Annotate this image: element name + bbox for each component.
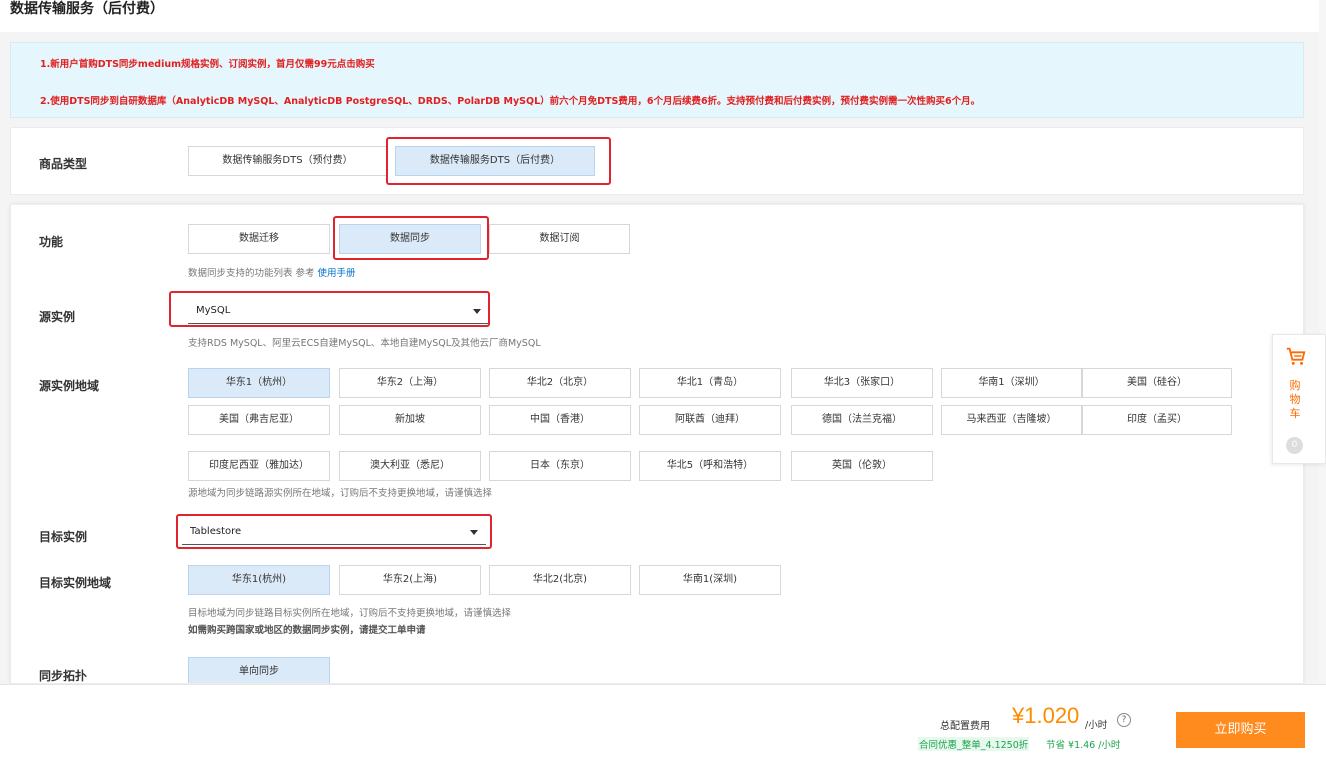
contract-discount: 合同优惠_整单_4.1250折 [918,737,1030,751]
source-region-option[interactable]: 华东2（上海） [339,368,481,398]
sync-topology-label: 同步拓扑 [39,669,88,683]
source-region-label: 源实例地域 [39,379,100,393]
source-region-option[interactable]: 华北3（张家口） [791,368,933,398]
product-type-label: 商品类型 [39,157,88,171]
source-region-option[interactable]: 中国（香港） [489,405,631,435]
source-region-option[interactable]: 美国（弗吉尼亚） [188,405,330,435]
total-cost-label: 总配置费用 [940,721,990,732]
source-region-option[interactable]: 日本（东京） [489,451,631,481]
help-icon[interactable]: ? [1117,713,1131,727]
buy-now-link[interactable]: 点击购买 [337,59,375,70]
source-instance-select[interactable]: MySQL [188,300,489,324]
source-region-option[interactable]: 德国（法兰克福） [791,405,933,435]
user-manual-link[interactable]: 使用手册 [318,268,356,279]
function-migration[interactable]: 数据迁移 [188,224,330,254]
chevron-down-icon [473,309,481,314]
target-region-shanghai[interactable]: 华东2(上海) [339,565,481,595]
function-label: 功能 [39,235,64,249]
promo-notice: 1.新用户首购DTS同步medium规格实例、订阅实例，首月仅需99元点击购买 … [10,42,1304,118]
total-price: ¥1.020 [1012,703,1080,728]
target-region-hangzhou[interactable]: 华东1(杭州) [188,565,330,595]
source-region-option[interactable]: 华北1（青岛） [639,368,781,398]
target-region-label: 目标实例地域 [39,576,112,590]
product-type-postpaid[interactable]: 数据传输服务DTS（后付费） [395,146,595,176]
source-region-option[interactable]: 英国（伦敦） [791,451,933,481]
cart-label: 购物车 [1289,379,1301,420]
target-instance-value: Tablestore [190,526,242,537]
source-region-option[interactable]: 澳大利亚（悉尼） [339,451,481,481]
shopping-cart-widget[interactable]: 购物车 0 [1272,334,1326,464]
price-unit: /小时 [1085,720,1108,731]
source-region-option[interactable]: 华东1（杭州） [188,368,330,398]
source-instance-value: MySQL [196,305,231,316]
target-region-hint: 目标地域为同步链路目标实例所在地域，订购后不支持更换地域，请谨慎选择 [188,608,512,619]
notice-line-1-text: 1.新用户首购DTS同步medium规格实例、订阅实例，首月仅需99元 [40,59,337,70]
product-type-card: 商品类型 数据传输服务DTS（预付费） 数据传输服务DTS（后付费） [10,127,1304,195]
source-instance-hint: 支持RDS MySQL、阿里云ECS自建MySQL、本地自建MySQL及其他云厂… [188,338,541,349]
cross-border-hint: 如需购买跨国家或地区的数据同步实例，请提交工单申请 [188,625,426,636]
source-region-option[interactable]: 美国（硅谷） [1082,368,1232,398]
target-instance-select[interactable]: Tablestore [182,521,486,545]
cart-count-badge: 0 [1286,437,1303,454]
function-subscribe[interactable]: 数据订阅 [489,224,630,254]
target-region-beijing[interactable]: 华北2(北京) [489,565,631,595]
source-region-option[interactable]: 印度尼西亚（雅加达） [188,451,330,481]
function-hint: 数据同步支持的功能列表 参考 使用手册 [188,265,356,279]
source-instance-label: 源实例 [39,310,76,324]
savings-text: 节省 ¥1.46 /小时 [1046,740,1121,751]
function-hint-text: 数据同步支持的功能列表 参考 [188,268,318,279]
buy-now-button[interactable]: 立即购买 [1176,712,1305,748]
source-region-option[interactable]: 新加坡 [339,405,481,435]
notice-line-2: 2.使用DTS同步到自研数据库（AnalyticDB MySQL、Analyti… [40,96,981,107]
source-region-option[interactable]: 华北5（呼和浩特） [639,451,781,481]
shopping-cart-icon [1286,347,1306,365]
source-region-option[interactable]: 阿联酋（迪拜） [639,405,781,435]
product-type-prepaid[interactable]: 数据传输服务DTS（预付费） [188,146,387,176]
page-header: 数据传输服务（后付费） [0,0,1326,32]
config-card: 功能 数据迁移 数据同步 数据订阅 数据同步支持的功能列表 参考 使用手册 源实… [10,204,1304,684]
order-footer: 总配置费用 ¥1.020 /小时 ? 合同优惠_整单_4.1250折 节省 ¥1… [0,684,1326,775]
target-instance-label: 目标实例 [39,530,88,544]
function-sync[interactable]: 数据同步 [339,224,481,254]
source-region-option[interactable]: 印度（孟买） [1082,405,1232,435]
notice-line-1: 1.新用户首购DTS同步medium规格实例、订阅实例，首月仅需99元点击购买 [40,56,375,70]
source-region-option[interactable]: 马来西亚（吉隆坡） [941,405,1082,435]
sync-topology-one-way[interactable]: 单向同步 [188,657,330,683]
source-region-hint: 源地域为同步链路源实例所在地域，订购后不支持更换地域，请谨慎选择 [188,488,493,499]
source-region-option[interactable]: 华南1（深圳） [941,368,1082,398]
page-title: 数据传输服务（后付费） [10,1,164,17]
chevron-down-icon [470,530,478,535]
target-region-shenzhen[interactable]: 华南1(深圳) [639,565,781,595]
source-region-option[interactable]: 华北2（北京） [489,368,631,398]
